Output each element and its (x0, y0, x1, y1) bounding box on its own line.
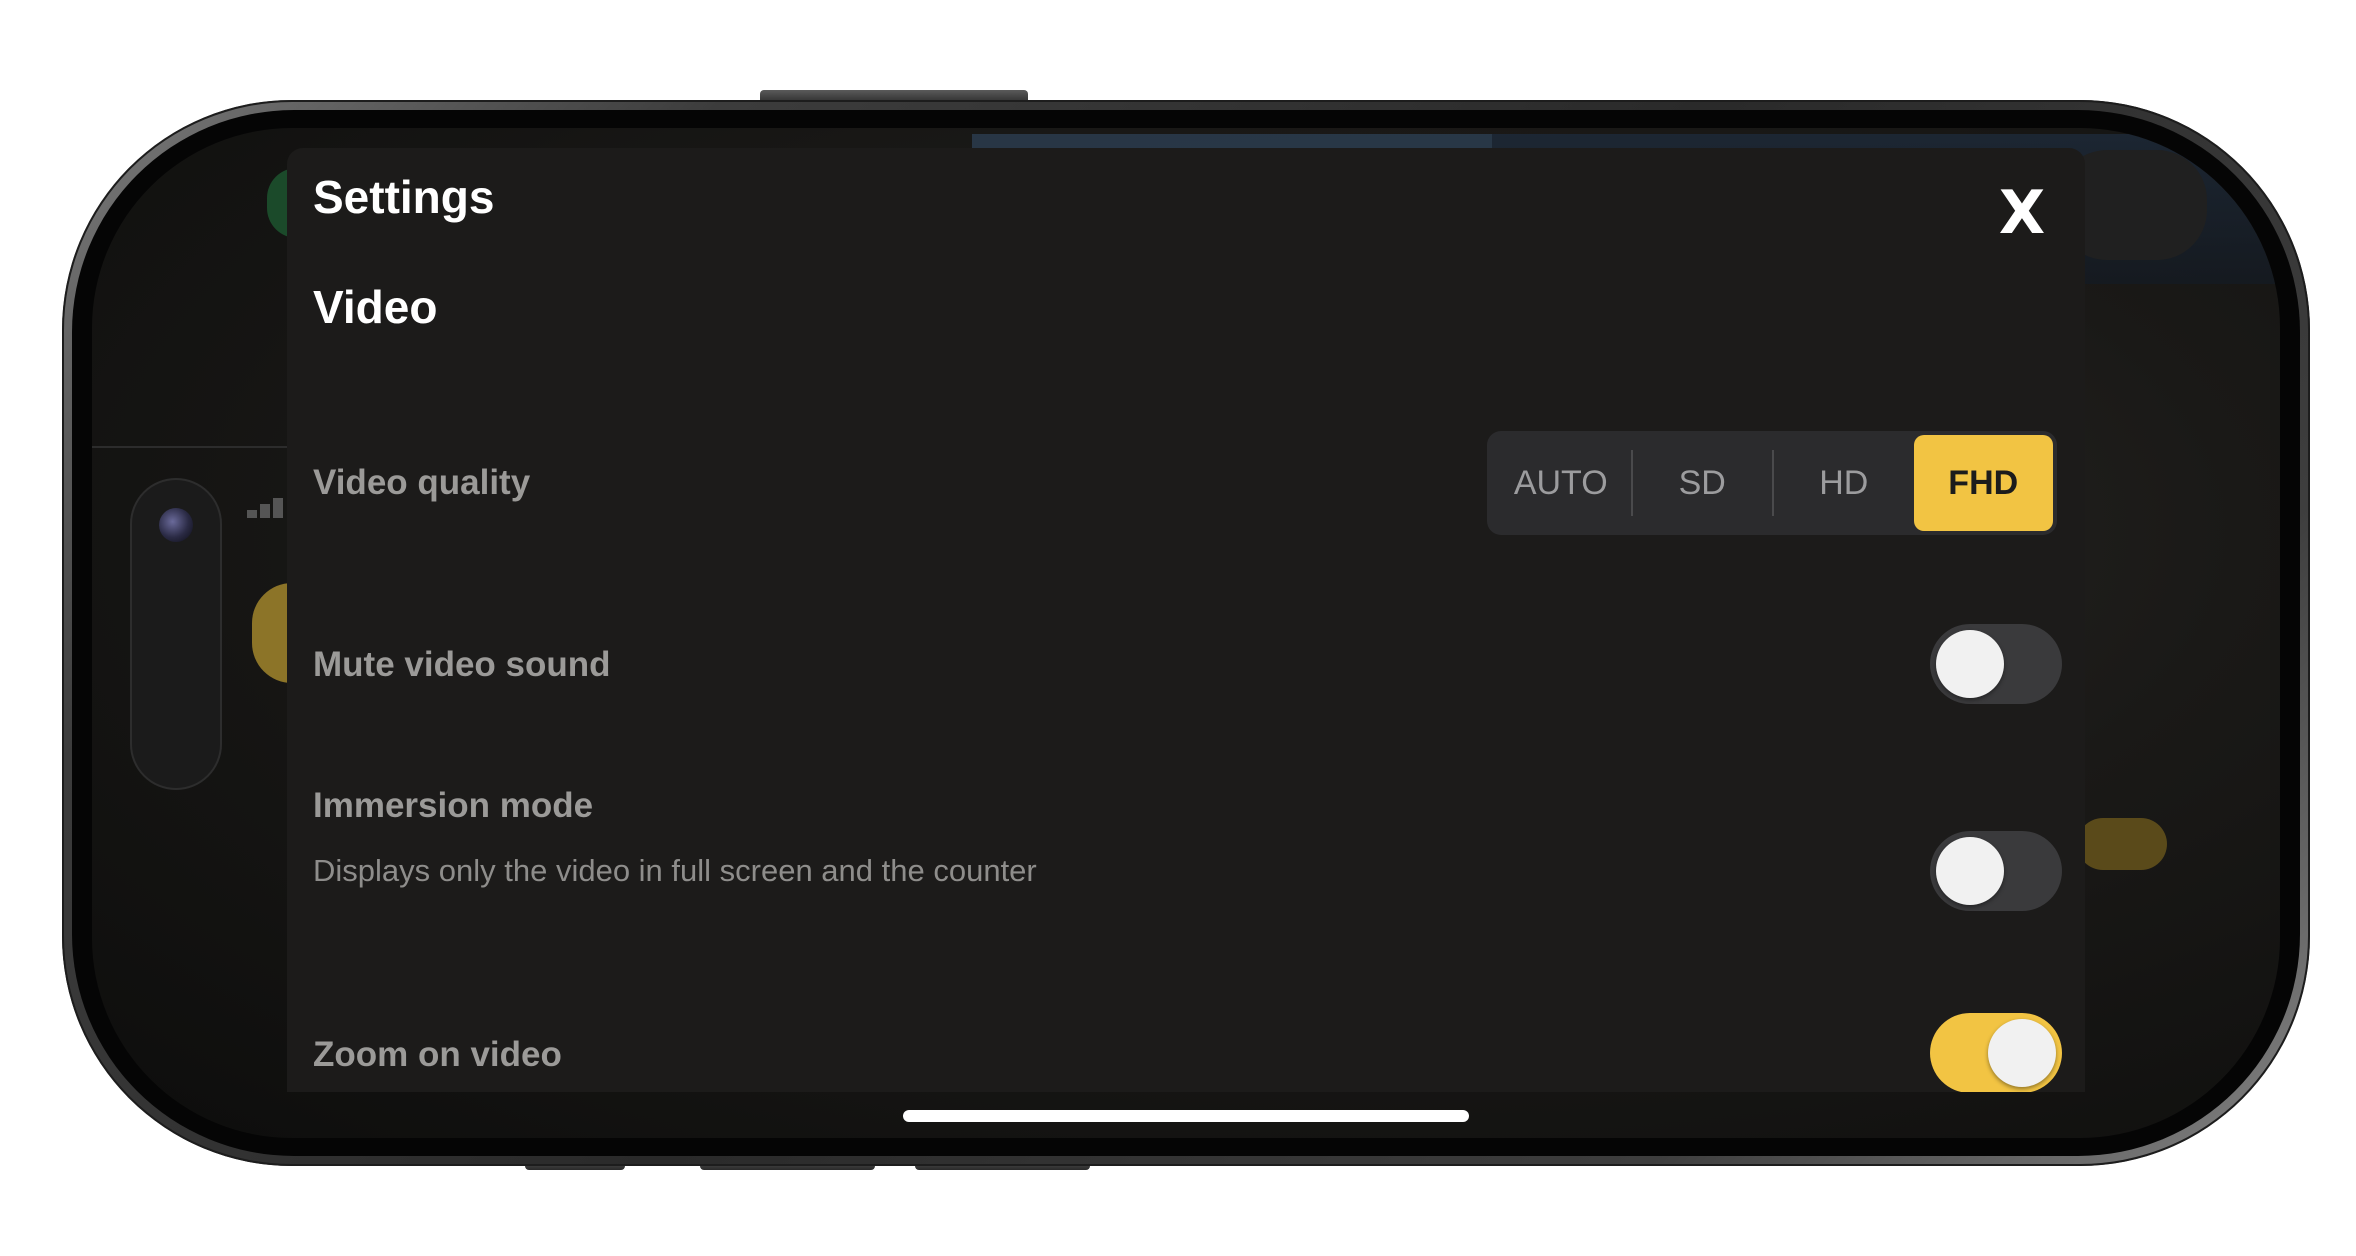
zoom-on-video-toggle[interactable] (1930, 1013, 2062, 1092)
close-button[interactable]: X (1987, 178, 2057, 248)
mute-video-sound-toggle[interactable] (1930, 624, 2062, 704)
quality-option-auto[interactable]: AUTO (1491, 435, 1631, 531)
device-stage: Settings X Video Video quality AUTO SD H… (0, 0, 2356, 1256)
video-quality-segmented-control: AUTO SD HD FHD (1487, 431, 2057, 535)
quality-option-fhd[interactable]: FHD (1913, 435, 2053, 531)
modal-title: Settings (313, 171, 495, 223)
quality-option-hd[interactable]: HD (1774, 435, 1914, 531)
immersion-mode-label: Immersion mode (313, 786, 594, 825)
background-pill (2077, 818, 2167, 870)
mute-video-sound-label: Mute video sound (313, 645, 611, 684)
video-quality-label: Video quality (313, 463, 531, 502)
home-indicator[interactable] (903, 1110, 1469, 1122)
immersion-mode-description: Displays only the video in full screen a… (313, 853, 1037, 888)
immersion-mode-toggle[interactable] (1930, 831, 2062, 911)
zoom-on-video-label: Zoom on video (313, 1035, 562, 1074)
toggle-knob (1988, 1019, 2056, 1087)
quality-option-sd[interactable]: SD (1633, 435, 1773, 531)
section-title-video: Video (313, 281, 438, 333)
toggle-knob (1936, 630, 2004, 698)
camera-lens-icon (159, 508, 193, 542)
toggle-knob (1936, 837, 2004, 905)
camera-cutout (130, 478, 222, 790)
settings-modal: Settings X Video Video quality AUTO SD H… (287, 148, 2085, 1092)
